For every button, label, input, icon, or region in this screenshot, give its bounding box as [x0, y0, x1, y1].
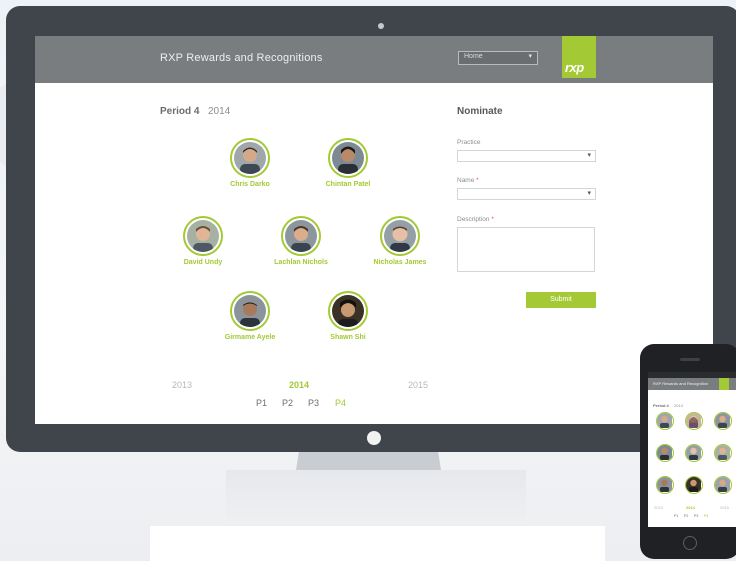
phone-avatar[interactable] [656, 412, 674, 430]
description-label: Description * [457, 216, 494, 223]
app-header: RXP Rewards and Recognitions Home ▾ rxp [35, 36, 713, 83]
period-link-p3[interactable]: P3 [308, 398, 319, 408]
nominee-card[interactable]: Girmame Ayele [195, 291, 305, 341]
period-link-p4[interactable]: P4 [335, 398, 346, 408]
monitor-stand-plate [150, 526, 605, 561]
phone-avatar[interactable] [685, 444, 703, 462]
description-textarea[interactable] [457, 227, 595, 272]
phone-period-p4[interactable]: P4 [704, 514, 708, 518]
required-marker: * [476, 177, 479, 184]
nominee-name: David Undy [183, 259, 223, 266]
phone-period-p1[interactable]: P1 [674, 514, 678, 518]
required-marker: * [491, 216, 494, 223]
logo-text: rxp [565, 60, 584, 75]
year-link-2015[interactable]: 2015 [408, 380, 428, 390]
practice-select[interactable]: ▾ [457, 150, 596, 162]
nominee-card[interactable]: Chris Darko [195, 138, 305, 188]
phone-speaker [680, 358, 700, 361]
monitor-stand-shadow [226, 470, 526, 525]
phone-avatar[interactable] [656, 476, 674, 494]
phone-year-2013[interactable]: 2013 [654, 505, 663, 510]
phone-avatar[interactable] [685, 412, 703, 430]
year-link-2013[interactable]: 2013 [172, 380, 192, 390]
nominee-name: Chris Darko [230, 181, 270, 188]
nominee-card[interactable]: Shawn Shi [293, 291, 403, 341]
nominee-card[interactable]: Lachlan Nichols [246, 216, 356, 266]
nominee-name: Chintan Patel [325, 181, 371, 188]
phone-device: RXP Rewards and Recognition Period 4 201… [640, 344, 736, 559]
phone-avatar[interactable] [656, 444, 674, 462]
nav-select[interactable]: Home ▾ [458, 51, 538, 65]
period-link-p1[interactable]: P1 [256, 398, 267, 408]
year-link-2014[interactable]: 2014 [289, 380, 309, 390]
app-title: RXP Rewards and Recognitions [160, 52, 323, 64]
nominee-name: Lachlan Nichols [274, 259, 328, 266]
nominate-title: Nominate [457, 106, 503, 117]
name-select[interactable]: ▾ [457, 188, 596, 200]
chevron-down-icon: ▾ [528, 53, 532, 60]
avatar [183, 216, 223, 256]
phone-period-label: Period 4 [653, 403, 669, 408]
nominee-card[interactable]: David Undy [148, 216, 258, 266]
phone-logo [719, 378, 729, 390]
nominee-card[interactable]: Nicholas James [345, 216, 455, 266]
nominee-name: Nicholas James [373, 259, 427, 266]
power-button [367, 431, 381, 445]
phone-period-year: 2014 [674, 403, 683, 408]
phone-period-p3[interactable]: P3 [694, 514, 698, 518]
phone-avatar[interactable] [714, 476, 732, 494]
nominee-name: Girmame Ayele [224, 334, 276, 341]
chevron-down-icon: ▾ [587, 152, 591, 159]
avatar [328, 138, 368, 178]
period-year: 2014 [208, 106, 231, 117]
name-label: Name * [457, 177, 479, 184]
period-link-p2[interactable]: P2 [282, 398, 293, 408]
phone-avatar[interactable] [685, 476, 703, 494]
phone-avatar[interactable] [714, 412, 732, 430]
rxp-logo[interactable]: rxp [562, 36, 596, 78]
phone-screen: RXP Rewards and Recognition Period 4 201… [648, 372, 736, 527]
avatar [281, 216, 321, 256]
chevron-down-icon: ▾ [587, 190, 591, 197]
avatar [230, 138, 270, 178]
period-label: Period 4 [160, 106, 200, 117]
submit-button[interactable]: Submit [526, 292, 596, 308]
nominee-name: Shawn Shi [330, 334, 366, 341]
monitor-stand-neck [296, 452, 441, 470]
phone-home-button [683, 536, 697, 550]
phone-year-2014[interactable]: 2014 [686, 505, 695, 510]
avatar [380, 216, 420, 256]
phone-avatar[interactable] [714, 444, 732, 462]
avatar [328, 291, 368, 331]
app-screen: RXP Rewards and Recognitions Home ▾ rxp … [35, 36, 713, 424]
practice-label: Practice [457, 139, 481, 146]
nominee-card[interactable]: Chintan Patel [293, 138, 403, 188]
camera [378, 23, 384, 29]
phone-year-2015[interactable]: 2015 [720, 505, 729, 510]
avatar [230, 291, 270, 331]
phone-period-p2[interactable]: P2 [684, 514, 688, 518]
nav-select-value: Home [464, 53, 483, 60]
phone-title: RXP Rewards and Recognition [653, 381, 709, 386]
